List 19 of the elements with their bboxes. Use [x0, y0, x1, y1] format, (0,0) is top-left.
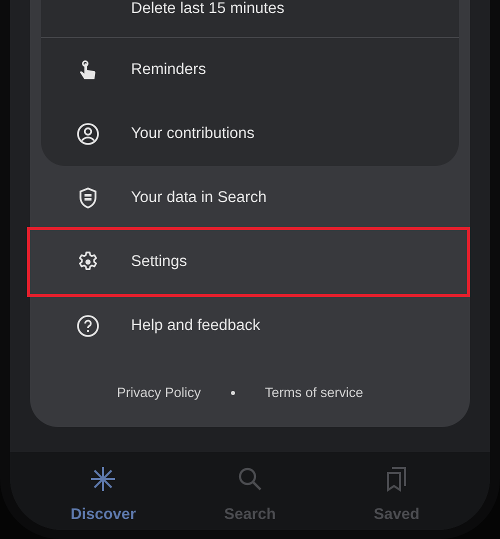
help-icon [76, 314, 100, 338]
menu-label: Your contributions [131, 125, 255, 143]
menu-label: Your data in Search [131, 189, 267, 207]
footer-link[interactable]: Terms of service [264, 385, 364, 400]
menu-label: Settings [131, 253, 188, 271]
account-circle-icon [76, 122, 100, 146]
nav-tab[interactable]: Discover [48, 464, 158, 530]
menu-item[interactable]: Reminders [41, 38, 459, 102]
menu-item[interactable]: Help and feedback [30, 294, 470, 358]
menu-label: Delete last 15 minutes [131, 0, 284, 18]
menu-label: Reminders [131, 61, 206, 79]
menu-item[interactable]: Your data in Search [30, 166, 470, 230]
menu-item[interactable]: Settings [27, 227, 470, 297]
footer-link[interactable]: Privacy Policy [116, 385, 201, 400]
separator-dot [230, 390, 235, 394]
menu-item[interactable]: Your contributions [41, 102, 459, 166]
asterisk-icon [89, 465, 118, 493]
menu-label: Help and feedback [131, 317, 260, 335]
menu-item[interactable]: Delete last 15 minutes [41, 0, 459, 37]
